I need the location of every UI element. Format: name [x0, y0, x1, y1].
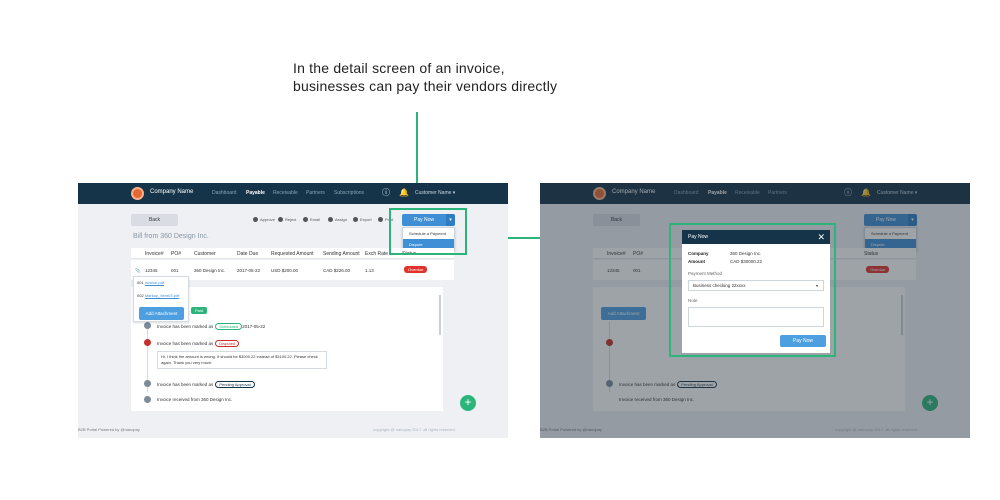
cell-invoice: 12345 [145, 268, 158, 273]
attachment-item[interactable]: 001 invoice.pdf [137, 280, 164, 285]
event-date: 2017-05-22 [242, 324, 266, 329]
status-badge: Overdue [404, 266, 428, 273]
col-invoice: Invoice# [145, 251, 164, 257]
attachment-num: 002 [137, 293, 144, 298]
top-nav: Company Name Dashboard Payable Receivabl… [78, 183, 508, 204]
reject-button[interactable]: Reject [278, 217, 297, 223]
invoice-detail-screen: Company Name Dashboard Payable Receivabl… [78, 183, 508, 438]
email-icon [303, 217, 308, 223]
caption: In the detail screen of an invoice, busi… [293, 59, 557, 95]
nav-receivable[interactable]: Receivable [273, 190, 298, 196]
cell-po: 001 [171, 268, 179, 273]
reject-label: Reject [285, 217, 297, 222]
event-text: Invoice has been marked as [157, 341, 214, 346]
approve-label: Approve [260, 217, 275, 222]
cell-customer: 360 Design Inc. [194, 268, 226, 273]
timeline-event-disputed: Invoice has been marked as Disputed [157, 340, 240, 347]
cell-requested: USD $200.00 [271, 268, 299, 273]
col-exch: Exch Rate [365, 251, 389, 257]
export-label: Export [360, 217, 372, 222]
timeline-event-received: Invoice received from 360 Design Inc. [157, 397, 233, 402]
timeline-dot [144, 396, 151, 403]
paid-badge: Paid [191, 307, 208, 314]
footer-copyright: copyright @ nanopay 2017. all rights res… [373, 427, 456, 432]
attachment-link[interactable]: invoice.pdf [145, 280, 164, 285]
event-text: Invoice has been marked as [157, 382, 214, 387]
bell-icon[interactable]: 🔔 [399, 188, 409, 198]
page-title: Bill from 360 Design Inc. [133, 233, 209, 240]
company-logo [131, 187, 144, 200]
export-icon [353, 217, 358, 223]
paperclip-icon[interactable]: 📎 [135, 268, 141, 274]
timeline-dot [144, 380, 151, 387]
footer-powered-by: B2B Portal Powered by @nanopay [78, 427, 140, 432]
assign-icon [328, 217, 333, 223]
modal-highlight [669, 223, 836, 357]
nav-subscriptions[interactable]: Subscriptions [334, 190, 364, 196]
info-icon[interactable]: ⓘ [382, 188, 390, 198]
email-button[interactable]: Email [303, 217, 321, 223]
col-requested: Requested Amount [271, 251, 314, 257]
scheduled-pill: Scheduled [215, 323, 243, 330]
attachment-link[interactable]: Markup_Item03.pdf [145, 293, 179, 298]
nav-partners[interactable]: Partners [306, 190, 325, 196]
col-date-due: Date Due [237, 251, 259, 257]
attachment-item[interactable]: 002 Markup_Item03.pdf [137, 293, 179, 298]
assign-button[interactable]: Assign [328, 217, 348, 223]
caption-line-1: In the detail screen of an invoice, [293, 60, 505, 76]
scrollbar[interactable] [439, 295, 441, 335]
pay-now-modal-screen: Company Name Dashboard Payable Receivabl… [540, 183, 970, 438]
col-sending: Sending Amount [323, 251, 360, 257]
export-button[interactable]: Export [353, 217, 372, 223]
col-customer: Customer [194, 251, 216, 257]
pay-now-highlight [389, 208, 467, 255]
back-button[interactable]: Back [131, 214, 178, 226]
assign-label: Assign [335, 217, 348, 222]
timeline-dot [144, 322, 151, 329]
cell-date-due: 2017-05-22 [237, 268, 261, 273]
user-menu[interactable]: Customer Name ▾ [415, 190, 455, 196]
email-label: Email [310, 217, 321, 222]
approve-button[interactable]: Approve [253, 217, 275, 223]
attachment-num: 001 [137, 280, 144, 285]
timeline-event-pending: Invoice has been marked as Pending Approv… [157, 381, 255, 388]
cell-exch: 1.13 [365, 268, 374, 273]
timeline-dot-disputed [144, 339, 151, 346]
reject-icon [278, 217, 283, 223]
add-attachment-button[interactable]: Add Attachment [139, 307, 184, 320]
add-fab-button[interactable]: + [460, 395, 476, 411]
event-text: Invoice has been marked as [157, 324, 214, 329]
col-po: PO# [171, 251, 182, 257]
timeline-event-scheduled: Invoice has been marked as Scheduled 2017-… [157, 323, 265, 330]
dispute-comment: Hi, I think the amount is wrong. It shou… [157, 351, 327, 369]
pending-pill: Pending Approval [215, 381, 255, 388]
cell-sending: CAD $226.00 [323, 268, 351, 273]
check-icon [253, 217, 258, 223]
nav-payable[interactable]: Payable [246, 190, 265, 196]
nav-dashboard[interactable]: Dashboard [212, 190, 236, 196]
company-name: Company Name [150, 189, 194, 195]
disputed-pill: Disputed [215, 340, 240, 347]
caption-line-2: businesses can pay their vendors directl… [293, 78, 558, 94]
print-icon [378, 217, 383, 223]
